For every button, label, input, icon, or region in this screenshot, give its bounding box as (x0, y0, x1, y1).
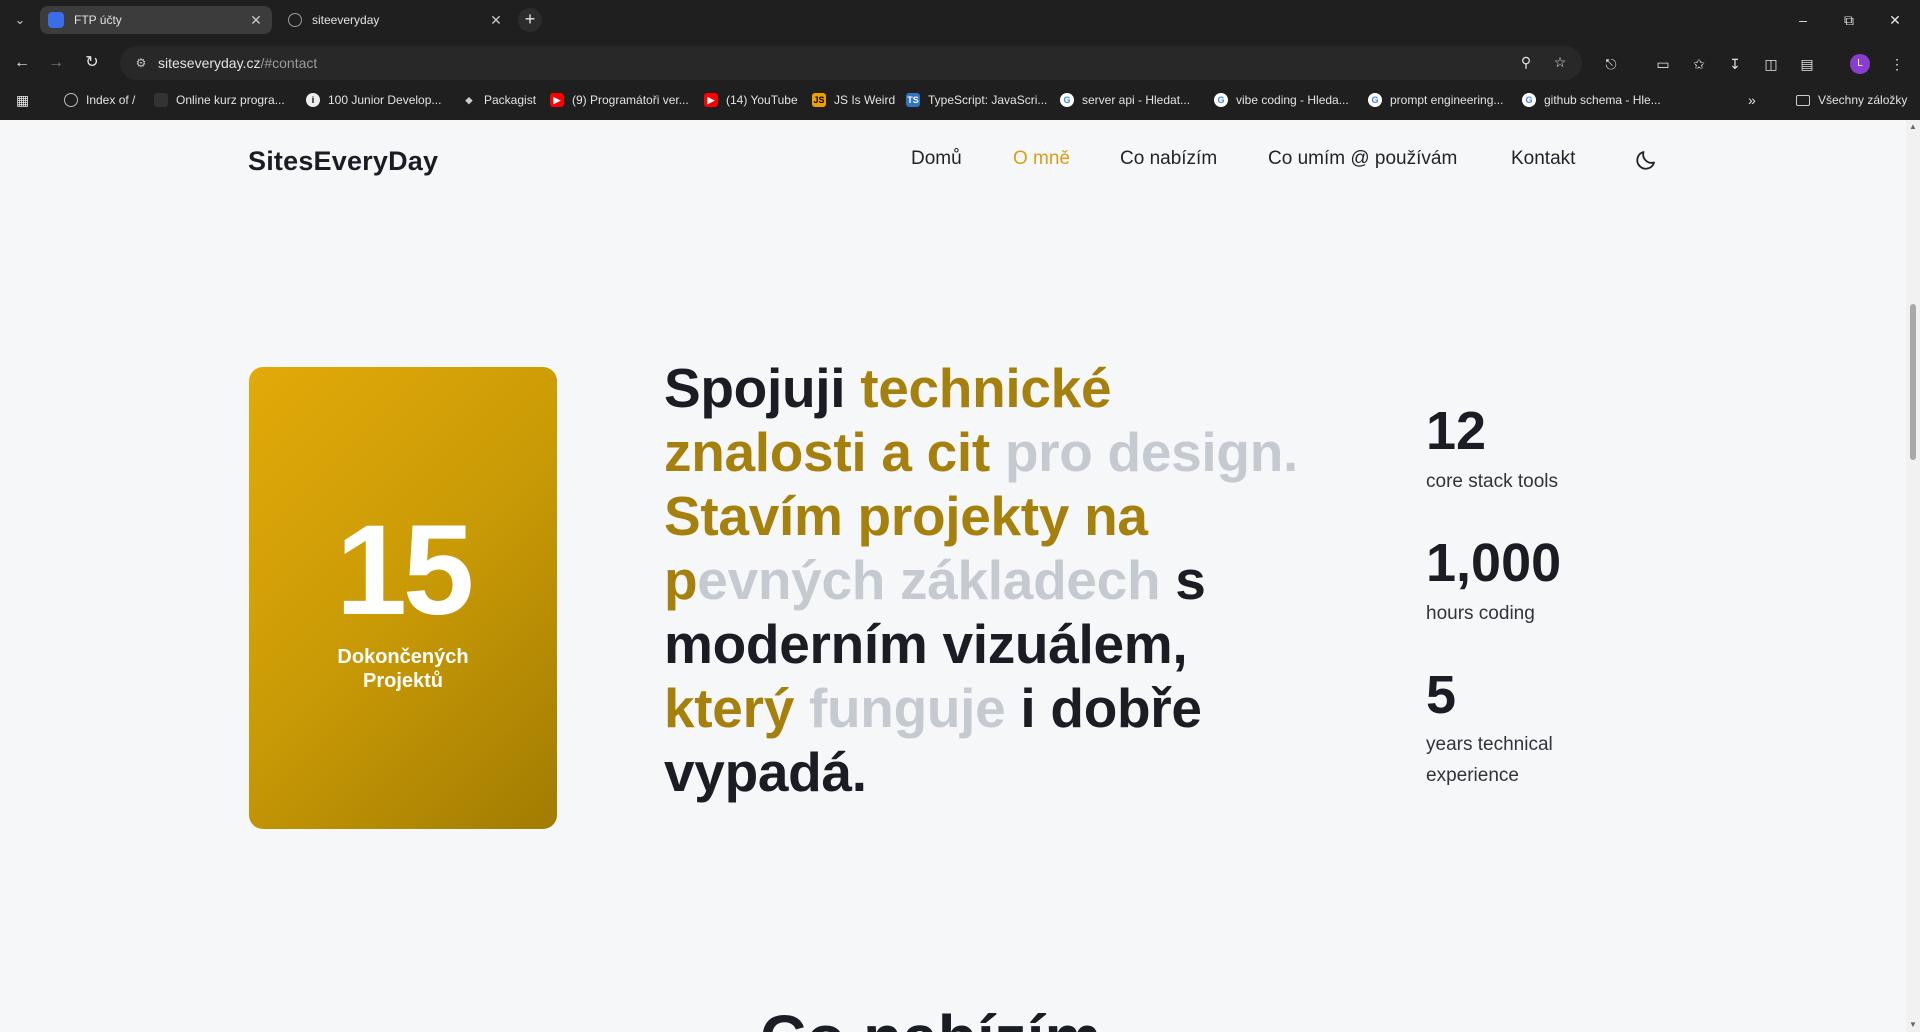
site-logo[interactable]: SitesEveryDay (248, 146, 438, 177)
minimize-icon[interactable]: – (1780, 0, 1826, 40)
web-page: SitesEveryDay Domů O mně Co nabízím Co u… (0, 120, 1906, 1032)
zoom-icon[interactable]: ⚲ (1514, 50, 1538, 74)
tab-layout-icon[interactable]: ◫ (1760, 53, 1782, 75)
bookmark-item[interactable]: i 100 Junior Develop... (306, 90, 441, 110)
completed-projects-card: 15 Dokončených Projektů (249, 367, 557, 829)
favorites-icon[interactable]: ✩ (1688, 53, 1710, 75)
scroll-up-arrow-icon[interactable]: ▲ (1909, 122, 1917, 131)
stat-value: 12 (1426, 401, 1487, 461)
scroll-down-arrow-icon[interactable]: ▼ (1909, 1020, 1917, 1029)
apps-grid-icon[interactable]: ▦ (16, 90, 29, 110)
google-icon: G (1368, 93, 1382, 107)
reload-icon[interactable]: ↻ (78, 49, 106, 77)
bookmark-item[interactable]: Ggithub schema - Hle... (1522, 90, 1661, 110)
bookmark-item[interactable]: Gvibe coding - Hleda... (1214, 90, 1349, 110)
stat-label: core stack tools (1426, 471, 1558, 492)
nav-link-co-umim[interactable]: Co umím @ používám (1268, 148, 1457, 170)
bookmark-favicon-icon (154, 93, 168, 107)
bookmark-item[interactable]: ◆ Packagist (462, 90, 537, 110)
address-url: siteseveryday.cz/#contact (158, 55, 318, 71)
all-bookmarks-folder[interactable]: Všechny záložky (1796, 90, 1907, 110)
diamond-icon: ◆ (465, 95, 473, 105)
toolbar: ← → ↻ ⚙ siteseveryday.cz/#contact ⚲ ☆ ⎋ … (0, 44, 1920, 82)
address-bar[interactable]: ⚙ siteseveryday.cz/#contact (120, 46, 1582, 80)
close-window-icon[interactable]: ✕ (1872, 0, 1918, 40)
scrollbar-thumb[interactable] (1910, 304, 1916, 460)
google-icon: G (1214, 93, 1228, 107)
google-icon: G (1060, 93, 1074, 107)
site-info-icon[interactable]: ⚙ (130, 52, 152, 74)
bookmark-item[interactable]: ▶ (14) YouTube (704, 90, 798, 110)
profile-avatar[interactable]: L (1850, 54, 1870, 74)
restore-icon[interactable]: ⧉ (1826, 0, 1872, 40)
stat-label: hours coding (1426, 603, 1535, 624)
bookmark-item[interactable]: Online kurz progra... (154, 90, 285, 110)
browser-chrome: ⌄ FTP účty ✕ siteeveryday ✕ + – ⧉ ✕ ← → … (0, 0, 1920, 120)
youtube-icon: ▶ (704, 93, 718, 107)
nav-link-kontakt[interactable]: Kontakt (1511, 148, 1575, 170)
projects-count: 15 (335, 499, 474, 642)
folder-icon (1796, 94, 1810, 106)
dark-mode-moon-icon[interactable] (1634, 148, 1658, 172)
bookmark-item[interactable]: Index of / (64, 90, 135, 110)
bookmark-item[interactable]: Gprompt engineering... (1368, 90, 1503, 110)
tab-ftp-ucty[interactable]: FTP účty ✕ (40, 6, 272, 34)
bookmark-item[interactable]: Gserver api - Hledat... (1060, 90, 1190, 110)
extensions-icon[interactable]: ⎋ (1600, 53, 1622, 75)
globe-icon (288, 13, 302, 27)
nav-link-o-mne[interactable]: O mně (1013, 148, 1070, 170)
youtube-icon: ▶ (550, 93, 564, 107)
info-icon: i (306, 93, 320, 107)
tab-search-chevron-icon[interactable]: ⌄ (8, 8, 32, 32)
bookmark-item[interactable]: JS JS Is Weird (812, 90, 895, 110)
about-headline: Spojuji technické znalosti a cit pro des… (664, 357, 1298, 803)
google-icon: G (1522, 93, 1536, 107)
page-scrollbar[interactable]: ▲ ▼ (1906, 120, 1920, 1032)
projects-label: Dokončených Projektů (337, 646, 469, 692)
back-arrow-icon[interactable]: ← (8, 49, 36, 77)
nav-link-co-nabizim[interactable]: Co nabízím (1120, 148, 1217, 170)
stat-value: 1,000 (1426, 533, 1562, 593)
ftp-favicon-icon (48, 12, 64, 28)
close-tab-icon[interactable]: ✕ (488, 12, 504, 28)
tab-title: FTP účty (74, 13, 122, 27)
tab-siteeveryday[interactable]: siteeveryday ✕ (280, 6, 512, 34)
reading-mode-icon[interactable]: ▤ (1796, 53, 1818, 75)
typescript-icon: TS (906, 93, 920, 107)
bookmarks-bar: ▦ Index of / Online kurz progra... i 100 … (0, 86, 1920, 114)
bookmark-item[interactable]: ▶ (9) Programátoři ver... (550, 90, 689, 110)
close-tab-icon[interactable]: ✕ (248, 12, 264, 28)
globe-icon (64, 93, 78, 107)
download-icon[interactable]: ↧ (1724, 53, 1746, 75)
tab-title: siteeveryday (312, 13, 380, 27)
menu-kebab-icon[interactable]: ⋮ (1886, 53, 1908, 75)
js-icon: JS (812, 93, 826, 107)
bookmark-star-icon[interactable]: ☆ (1548, 50, 1572, 74)
bookmark-item[interactable]: TS TypeScript: JavaScri... (906, 90, 1047, 110)
stat-value: 5 (1426, 665, 1457, 725)
payment-card-icon[interactable]: ▭ (1652, 53, 1674, 75)
more-bookmarks-chevron-icon[interactable]: » (1748, 90, 1756, 110)
stat-label: years technical experience (1426, 734, 1553, 786)
tab-strip: ⌄ FTP účty ✕ siteeveryday ✕ + – ⧉ ✕ (0, 0, 1920, 40)
nav-link-domu[interactable]: Domů (911, 148, 962, 170)
next-section-heading: Co nabízím (760, 1006, 1101, 1032)
forward-arrow-icon[interactable]: → (42, 49, 70, 77)
new-tab-button[interactable]: + (518, 8, 542, 32)
